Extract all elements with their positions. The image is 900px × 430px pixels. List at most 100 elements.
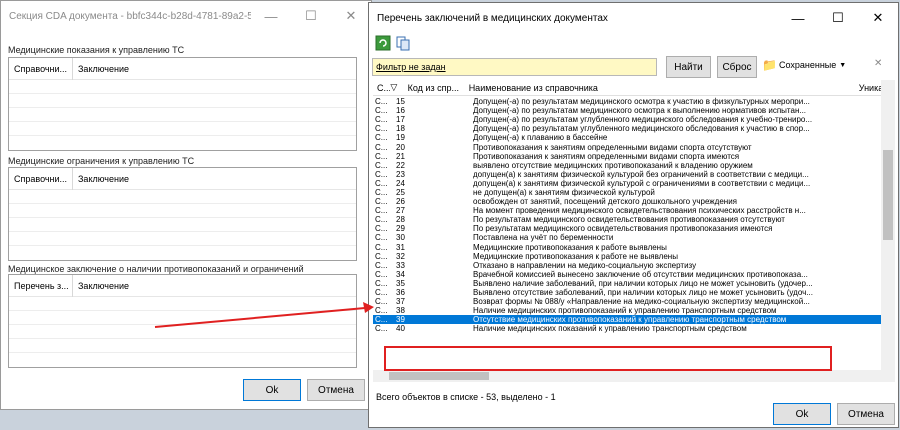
list-ok-button[interactable]: Ok (773, 403, 831, 425)
cda-section-window: Секция CDA документа - bbfc344c-b28d-478… (0, 0, 372, 410)
close-icon[interactable]: ✕ (858, 3, 898, 33)
row-code-cell: 19 (396, 133, 405, 143)
scroll-thumb[interactable] (389, 372, 489, 380)
folder-icon: 📁 (762, 58, 777, 72)
list-row[interactable]: С... 30 Поставлена на учёт по беременности (373, 233, 881, 242)
row-name-cell: На момент проведения медицинского освиде… (473, 206, 806, 216)
list-titlebar: Перечень заключений в медицинских докуме… (369, 3, 898, 33)
list-row[interactable]: С... 35 Выявлено наличие заболеваний, при … (373, 279, 881, 288)
row-name-cell: Наличие медицинских показаний к управлен… (473, 324, 747, 334)
ok-button[interactable]: Ok (243, 379, 301, 401)
row-code-cell: 32 (396, 251, 405, 261)
list-row[interactable]: С... 24 допущен(а) к занятиям физической к… (373, 179, 881, 188)
cancel-button[interactable]: Отмена (307, 379, 365, 401)
list-row[interactable]: С... 21 Противопоказания к занятиям опреде… (373, 152, 881, 161)
list-row[interactable]: С... 19 Допущен(-а) к плаванию в бассейне (373, 133, 881, 142)
saved-filters-button[interactable]: 📁 Сохраненные ▼ (762, 58, 846, 72)
row-code-cell: 23 (396, 169, 405, 179)
indications-grid[interactable]: Справочни... Заключение (8, 57, 357, 151)
list-row[interactable]: С... 28 По результатам медицинского освиде… (373, 215, 881, 224)
list-cancel-button[interactable]: Отмена (837, 403, 895, 425)
row-code-cell: 26 (396, 197, 405, 207)
list-row[interactable]: С... 18 Допущен(-а) по результатам углубле… (373, 124, 881, 133)
list-row[interactable]: С... 39 Отсутствие медицинских противопока… (373, 315, 881, 325)
row-name-cell: Противопоказания к занятиям определенным… (473, 142, 752, 152)
row-c-cell: С... (375, 288, 388, 298)
row-name-cell: освобожден от занятий, посещений детског… (473, 197, 737, 207)
col-name[interactable]: Наименование из справочника (465, 83, 855, 93)
row-name-cell: Медицинские противопоказания к работе вы… (473, 242, 667, 252)
saved-filters-label: Сохраненные (778, 60, 837, 70)
minimize-icon[interactable]: — (778, 3, 818, 33)
grid-col-conclusion[interactable]: Заключение (73, 275, 137, 297)
row-name-cell: Выявлено наличие заболеваний, при наличи… (473, 278, 813, 288)
row-c-cell: С... (375, 151, 388, 161)
list-row[interactable]: С... 15 Допущен(-а) по результатам медицин… (373, 97, 881, 106)
scroll-thumb[interactable] (883, 150, 893, 240)
row-code-cell: 17 (396, 115, 405, 125)
reset-button[interactable]: Сброс (717, 56, 757, 78)
grid-col-conclusion[interactable]: Заключение (73, 168, 137, 190)
filter-funnel-icon[interactable]: ▽ (390, 82, 403, 93)
horizontal-scrollbar[interactable] (373, 370, 895, 382)
grid-header: Справочни... Заключение (9, 57, 356, 80)
list-row[interactable]: С... 37 Возврат формы № 088/у «Направление… (373, 297, 881, 306)
list-row[interactable]: С... 38 Наличие медицинских противопоказан… (373, 306, 881, 315)
list-row[interactable]: С... 27 На момент проведения медицинского … (373, 206, 881, 215)
row-c-cell: С... (375, 224, 388, 234)
list-row[interactable]: С... 29 По результатам медицинского освиде… (373, 224, 881, 233)
row-name-cell: Выявлено отсутствие заболеваний, при нал… (473, 288, 813, 298)
list-row[interactable]: С... 32 Медицинские противопоказания к раб… (373, 252, 881, 261)
list-row[interactable]: С... 22 выявлено отсутствие медицинских пр… (373, 161, 881, 170)
list-row[interactable]: С... 25 не допущен(а) к занятиям физическо… (373, 188, 881, 197)
maximize-icon[interactable]: ☐ (291, 1, 331, 31)
minimize-icon[interactable]: — (251, 1, 291, 31)
row-code-cell: 16 (396, 106, 405, 116)
list-row[interactable]: С... 31 Медицинские противопоказания к раб… (373, 243, 881, 252)
row-name-cell: Отказано в направлении на медико-социаль… (473, 260, 697, 270)
row-c-cell: С... (375, 206, 388, 216)
row-code-cell: 35 (396, 278, 405, 288)
section-label-indications: Медицинские показания к управлению ТС (8, 45, 185, 55)
row-name-cell: не допущен(а) к занятиям физической куль… (473, 187, 655, 197)
row-code-cell: 40 (396, 324, 405, 334)
col-c[interactable]: С... (373, 83, 390, 93)
filter-field[interactable]: Фильтр не задан (372, 58, 657, 76)
grid-col-reference[interactable]: Справочни... (9, 167, 73, 190)
row-name-cell: Допущен(-а) по результатам медицинского … (473, 97, 810, 107)
grid-col-reference[interactable]: Справочни... (9, 57, 73, 80)
list-row[interactable]: С... 36 Выявлено отсутствие заболеваний, п… (373, 288, 881, 297)
clear-saved-icon[interactable]: ✕ (874, 58, 882, 69)
row-c-cell: С... (375, 269, 388, 279)
col-code[interactable]: Код из спр... (404, 83, 465, 93)
close-icon[interactable]: ✕ (331, 1, 371, 31)
grid-col-list[interactable]: Перечень з... (9, 274, 73, 297)
row-c-cell: С... (375, 133, 388, 143)
row-name-cell: Допущен(-а) по результатам углубленного … (473, 115, 813, 125)
list-row[interactable]: С... 17 Допущен(-а) по результатам углубле… (373, 115, 881, 124)
list-row[interactable]: С... 34 Врачебной комиссией вынесено заклю… (373, 270, 881, 279)
row-code-cell: 33 (396, 260, 405, 270)
grid-header: Перечень з... Заключение (9, 274, 356, 297)
list-row[interactable]: С... 40 Наличие медицинских показаний к уп… (373, 324, 881, 333)
conclusions-list[interactable]: С... 15 Допущен(-а) по результатам медицин… (373, 97, 881, 370)
vertical-scrollbar[interactable] (881, 80, 895, 370)
row-code-cell: 34 (396, 269, 405, 279)
find-button[interactable]: Найти (666, 56, 711, 78)
list-row[interactable]: С... 20 Противопоказания к занятиям опреде… (373, 142, 881, 152)
row-name-cell: допущен(а) к занятиям физической культур… (473, 178, 811, 188)
list-row[interactable]: С... 23 допущен(а) к занятиям физической к… (373, 170, 881, 179)
list-row[interactable]: С... 26 освобожден от занятий, посещений д… (373, 197, 881, 206)
grid-col-conclusion[interactable]: Заключение (73, 58, 137, 80)
list-row[interactable]: С... 16 Допущен(-а) по результатам медицин… (373, 106, 881, 115)
copy-icon[interactable] (395, 35, 411, 51)
row-c-cell: С... (375, 115, 388, 125)
refresh-icon[interactable] (375, 35, 391, 51)
row-code-cell: 21 (396, 151, 405, 161)
section-label-conclusion: Медицинское заключение о наличии противо… (8, 264, 304, 274)
row-c-cell: С... (375, 97, 388, 107)
list-row[interactable]: С... 33 Отказано в направлении на медико-с… (373, 261, 881, 270)
row-c-cell: С... (375, 233, 388, 243)
maximize-icon[interactable]: ☐ (818, 3, 858, 33)
restrictions-grid[interactable]: Справочни... Заключение (8, 167, 357, 261)
